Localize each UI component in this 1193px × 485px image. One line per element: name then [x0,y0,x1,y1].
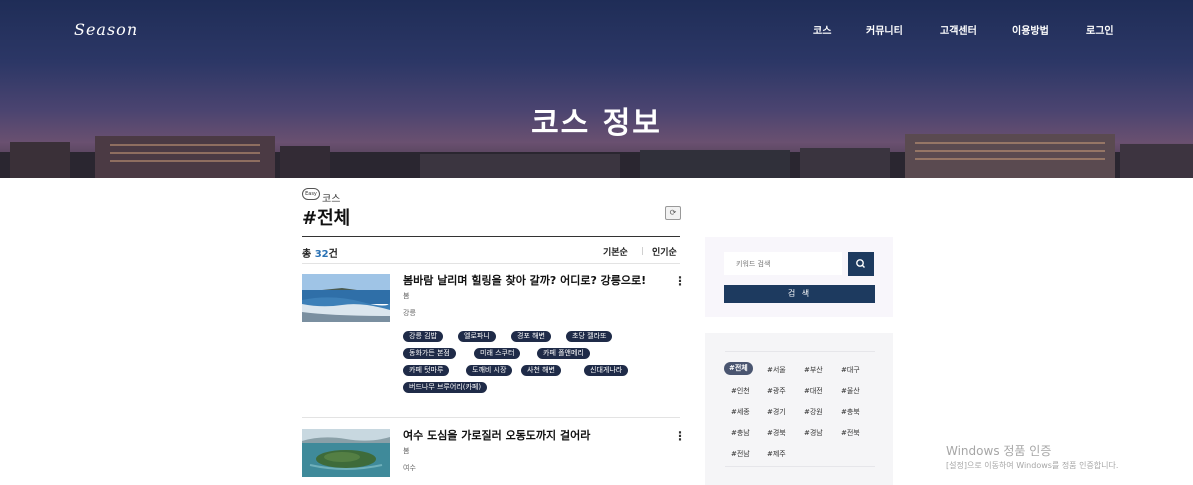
divider [725,351,875,352]
region-filter[interactable]: #경북 [767,428,786,438]
nav-course[interactable]: 코스 [813,22,831,37]
course-season: 봄 [403,292,410,300]
site-logo[interactable]: Season [74,20,138,39]
course-tag[interactable]: 도깨비 시장 [466,365,513,376]
nav-customer-center[interactable]: 고객센터 [940,22,977,37]
search-icon-button[interactable] [848,252,874,276]
divider [725,466,875,467]
course-title[interactable]: 여수 도심을 가로질러 오동도까지 걸어라 [403,427,667,443]
sort-separator: | [641,246,644,255]
course-region: 강릉 [403,309,416,317]
course-tag[interactable]: 경포 해변 [511,331,551,342]
region-filter[interactable]: #전남 [731,449,750,459]
watermark-title: Windows 정품 인증 [946,444,1052,458]
beach-image [302,274,390,322]
region-filter[interactable]: #제주 [767,449,786,459]
nav-login[interactable]: 로그인 [1086,22,1114,37]
hero-banner: Season 코스 커뮤니티 고객센터 이용방법 로그인 코스 정보 [0,0,1193,178]
region-filter[interactable]: #강원 [804,407,823,417]
divider [302,236,680,237]
course-tag[interactable]: 카페 텃마루 [403,365,450,376]
region-filter[interactable]: #광주 [767,386,786,396]
region-filter[interactable]: #인천 [731,386,750,396]
total-number: 32 [314,249,329,260]
course-tag[interactable]: 버드나무 브루어리(카페) [403,382,488,393]
course-tag[interactable]: 엘로파니 [458,331,496,342]
total-count: 총 32건 [302,245,338,260]
sort-popular-button[interactable]: 인기순 [652,245,677,258]
region-filter[interactable]: #경남 [804,428,823,438]
course-season: 봄 [403,447,410,455]
windows-activation-watermark: Windows 정품 인증 [설정]으로 이동하여 Windows를 정품 인증… [946,442,1118,471]
hero-title: 코스 정보 [531,106,662,141]
course-tag[interactable]: 초당 젤라또 [566,331,613,342]
course-tag[interactable]: 신대게나라 [584,365,629,376]
divider [302,263,680,264]
region-filter[interactable]: #대구 [841,365,860,375]
watermark-message: [설정]으로 이동하여 Windows를 정품 인증합니다. [946,461,1119,470]
region-filter[interactable]: #충남 [731,428,750,438]
nav-community[interactable]: 커뮤니티 [866,22,903,37]
course-tag[interactable]: 동화가든 본점 [403,348,456,359]
region-filter[interactable]: #충북 [841,407,860,417]
course-thumbnail[interactable] [302,429,390,477]
nav-how-to-use[interactable]: 이용방법 [1012,22,1049,37]
region-filter[interactable]: #서울 [767,365,786,375]
course-tag[interactable]: 미래 스쿠터 [474,348,521,359]
course-title[interactable]: 봄바람 날리며 힐링을 찾아 갈까? 어디로? 강릉으로! [403,272,667,288]
region-filter-panel: #전체 #서울 #부산 #대구 #인천 #광주 #대전 #울산 #세종 #경기 … [705,333,893,485]
search-icon [856,259,865,268]
island-image [302,429,390,477]
divider [302,417,680,418]
course-tag[interactable]: 강릉 김밥 [403,331,443,342]
region-filter[interactable]: #세종 [731,407,750,417]
region-filter[interactable]: #울산 [841,386,860,396]
keyword-search-input[interactable] [724,252,842,275]
region-filter[interactable]: #부산 [804,365,823,375]
page-title: #전체 [302,208,351,229]
region-filter-all[interactable]: #전체 [724,362,753,375]
region-filter[interactable]: #경기 [767,407,786,417]
region-filter[interactable]: #대전 [804,386,823,396]
keyword-search-panel: 검 색 [705,237,893,317]
easy-badge: Easy [302,188,320,200]
course-tag[interactable]: 카페 폴앤메리 [537,348,590,359]
refresh-button[interactable]: ⟳ [665,206,681,220]
total-prefix: 총 [302,249,312,260]
course-thumbnail[interactable] [302,274,390,322]
course-tag[interactable]: 사천 해변 [521,365,561,376]
breadcrumb: 코스 [322,194,341,205]
sort-basic-button[interactable]: 기본순 [603,245,628,258]
course-region: 여수 [403,464,416,472]
search-button[interactable]: 검 색 [724,285,875,303]
total-suffix: 건 [328,249,338,260]
region-filter[interactable]: #전북 [841,428,860,438]
more-options-icon[interactable]: ⋮ [674,275,686,287]
more-options-icon[interactable]: ⋮ [674,430,686,442]
